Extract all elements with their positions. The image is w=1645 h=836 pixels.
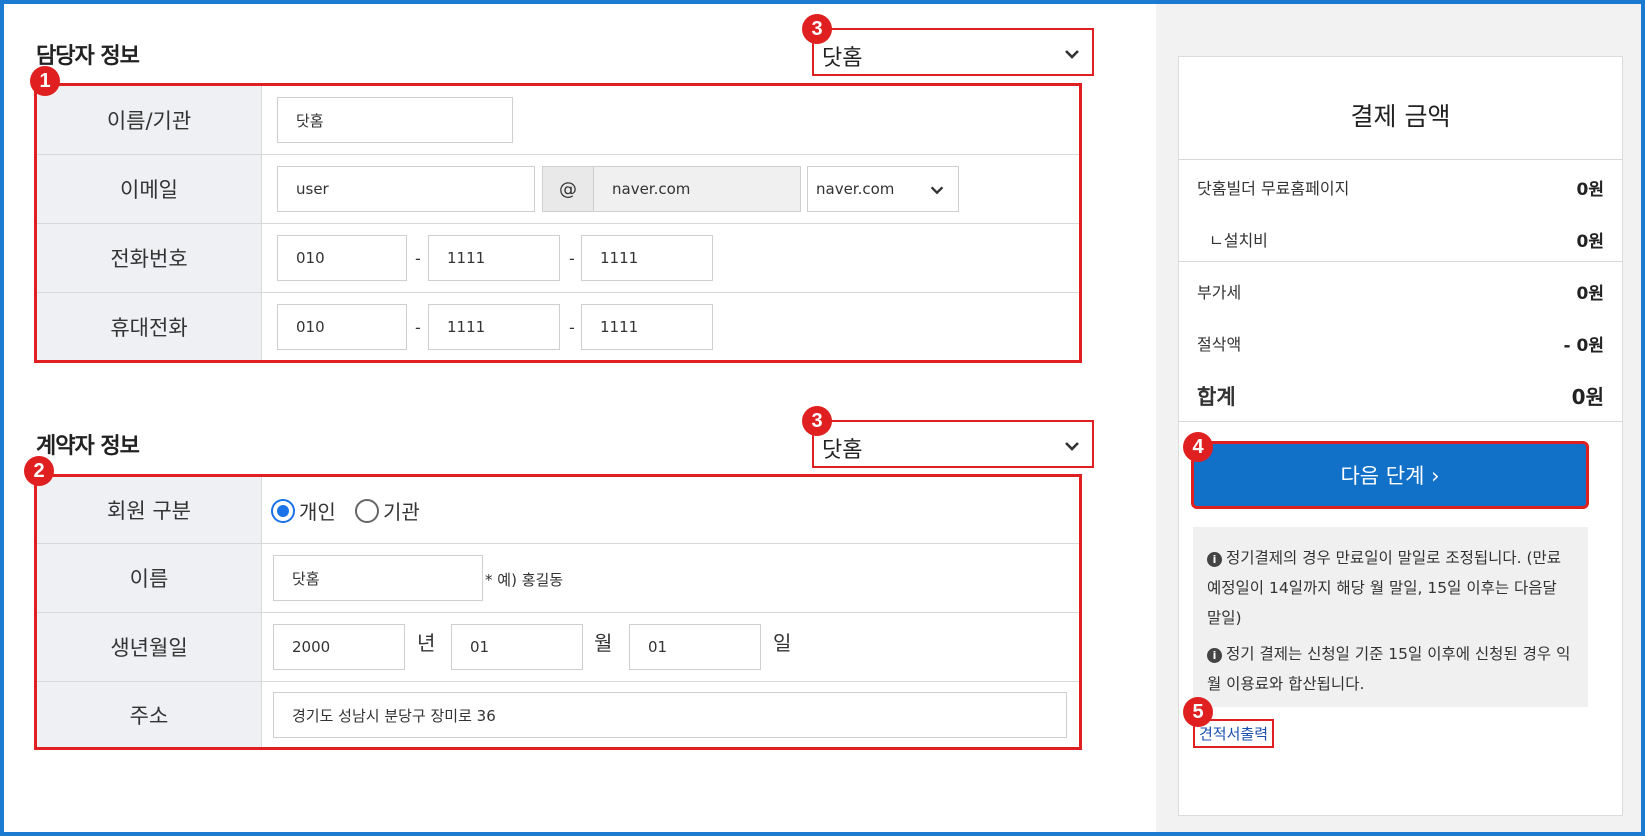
- payment-item-builder: 닷홈빌더 무료홈페이지 0원: [1197, 175, 1604, 200]
- email-domain-input[interactable]: naver.com: [593, 166, 801, 212]
- mobile-part-1-input[interactable]: 010: [277, 304, 407, 350]
- member-type-label: 회원 구분: [37, 477, 262, 543]
- payment-item-amount: 0원: [1576, 180, 1604, 200]
- chevron-down-icon: [1065, 442, 1079, 451]
- phone-part-3-input[interactable]: 1111: [581, 235, 713, 281]
- email-domain-select-value: naver.com: [816, 180, 895, 198]
- form-panel: 담당자 정보 닷홈 3 이름/기관 닷홈 이메일 user @ naver.co…: [4, 4, 1156, 832]
- mobile-part-2-input[interactable]: 1111: [428, 304, 560, 350]
- address-label: 주소: [37, 682, 262, 747]
- email-domain-select[interactable]: naver.com: [807, 166, 959, 212]
- address-input[interactable]: 경기도 성남시 분당구 장미로 36: [273, 692, 1067, 738]
- divider: [1179, 421, 1622, 422]
- form-row-member-type: 회원 구분 개인 기관: [37, 477, 1079, 544]
- mobile-dash: -: [569, 318, 575, 337]
- payment-card: 결제 금액 닷홈빌더 무료홈페이지 0원 ㄴ설치비 0원 부가세 0원 절삭액 …: [1178, 56, 1623, 816]
- name-label: 이름: [37, 544, 262, 612]
- notice-line-2: i 정기 결제는 신청일 기준 15일 이후에 신청된 경우 익월 이용료와 합산…: [1207, 639, 1574, 699]
- manager-form: 이름/기관 닷홈 이메일 user @ naver.com naver.com …: [34, 83, 1082, 363]
- payment-item-label: 부가세: [1197, 283, 1242, 302]
- annotation-badge: 3: [802, 406, 832, 436]
- mobile-part-3-input[interactable]: 1111: [581, 304, 713, 350]
- name-hint: * 예) 홍길동: [485, 571, 564, 589]
- notice-text: 정기결제의 경우 만료일이 말일로 조정됩니다. (만료예정일이 14일까지 해…: [1207, 549, 1562, 627]
- payment-item-amount: - 0원: [1563, 336, 1604, 356]
- annotation-badge: 4: [1183, 432, 1213, 462]
- payment-item-label: ㄴ설치비: [1209, 231, 1268, 250]
- form-row-mobile: 휴대전화 010 - 1111 - 1111: [37, 293, 1079, 360]
- phone-dash: -: [569, 249, 575, 268]
- contract-preset-value: 닷홈: [822, 438, 863, 463]
- payment-item-vat: 부가세 0원: [1197, 279, 1604, 304]
- phone-part-1-input[interactable]: 010: [277, 235, 407, 281]
- divider: [1179, 159, 1622, 160]
- name-org-input[interactable]: 닷홈: [277, 97, 513, 143]
- annotation-badge: 1: [30, 66, 60, 96]
- email-at-sign: @: [542, 166, 594, 212]
- payment-item-amount: 0원: [1576, 284, 1604, 304]
- chevron-down-icon: [1065, 50, 1079, 59]
- phone-dash: -: [415, 249, 421, 268]
- form-row-name: 이름 닷홈 * 예) 홍길동: [37, 544, 1079, 613]
- birth-day-unit: 일: [773, 631, 792, 655]
- birth-month-input[interactable]: 01: [451, 624, 583, 670]
- birth-day-input[interactable]: 01: [629, 624, 761, 670]
- form-row-address: 주소 경기도 성남시 분당구 장미로 36: [37, 682, 1079, 747]
- name-input[interactable]: 닷홈: [273, 555, 483, 601]
- radio-personal[interactable]: [271, 499, 295, 523]
- form-row-phone: 전화번호 010 - 1111 - 1111: [37, 224, 1079, 293]
- payment-item-setup-fee: ㄴ설치비 0원: [1209, 227, 1604, 252]
- payment-item-rounding: 절삭액 - 0원: [1197, 331, 1604, 356]
- contract-form: 회원 구분 개인 기관 이름 닷홈 * 예) 홍길동 생년월일 2000 년 0…: [34, 474, 1082, 750]
- birth-month-unit: 월: [594, 631, 613, 655]
- radio-organization[interactable]: [355, 499, 379, 523]
- payment-item-amount: 0원: [1576, 232, 1604, 252]
- name-org-label: 이름/기관: [37, 86, 262, 154]
- next-step-button[interactable]: 다음 단계 ›: [1191, 441, 1589, 509]
- payment-notice: i 정기결제의 경우 만료일이 말일로 조정됩니다. (만료예정일이 14일까지 …: [1193, 527, 1588, 707]
- notice-line-1: i 정기결제의 경우 만료일이 말일로 조정됩니다. (만료예정일이 14일까지 …: [1207, 543, 1574, 633]
- mobile-label: 휴대전화: [37, 293, 262, 360]
- form-row-email: 이메일 user @ naver.com naver.com: [37, 155, 1079, 224]
- manager-preset-value: 닷홈: [822, 46, 863, 71]
- payment-item-label: 닷홈빌더 무료홈페이지: [1197, 179, 1350, 198]
- annotation-badge: 3: [802, 14, 832, 44]
- birth-year-unit: 년: [417, 631, 436, 655]
- payment-total-amount: 0원: [1571, 385, 1604, 409]
- payment-item-label: 절삭액: [1197, 335, 1242, 354]
- payment-title: 결제 금액: [1350, 102, 1451, 131]
- form-row-birthdate: 생년월일 2000 년 01 월 01 일: [37, 613, 1079, 682]
- annotation-badge: 5: [1183, 697, 1213, 727]
- manager-section-title: 담당자 정보: [36, 44, 140, 69]
- info-icon: i: [1207, 552, 1222, 567]
- annotation-badge: 2: [24, 456, 54, 486]
- info-icon: i: [1207, 648, 1222, 663]
- radio-personal-label: 개인: [299, 500, 336, 524]
- manager-preset-select[interactable]: 닷홈: [812, 28, 1094, 76]
- phone-label: 전화번호: [37, 224, 262, 292]
- email-user-input[interactable]: user: [277, 166, 535, 212]
- chevron-down-icon: [930, 186, 944, 195]
- birth-year-input[interactable]: 2000: [273, 624, 405, 670]
- birthdate-label: 생년월일: [37, 613, 262, 681]
- notice-text: 정기 결제는 신청일 기준 15일 이후에 신청된 경우 익월 이용료와 합산됩…: [1207, 645, 1571, 693]
- phone-part-2-input[interactable]: 1111: [428, 235, 560, 281]
- payment-total-label: 합계: [1197, 385, 1236, 409]
- payment-total: 합계 0원: [1197, 381, 1604, 411]
- radio-organization-label: 기관: [383, 500, 420, 524]
- email-label: 이메일: [37, 155, 262, 223]
- payment-panel: 결제 금액 닷홈빌더 무료홈페이지 0원 ㄴ설치비 0원 부가세 0원 절삭액 …: [1156, 4, 1641, 832]
- contract-preset-select[interactable]: 닷홈: [812, 420, 1094, 468]
- divider: [1179, 261, 1622, 262]
- form-row-name: 이름/기관 닷홈: [37, 86, 1079, 155]
- contract-section-title: 계약자 정보: [36, 434, 140, 459]
- mobile-dash: -: [415, 318, 421, 337]
